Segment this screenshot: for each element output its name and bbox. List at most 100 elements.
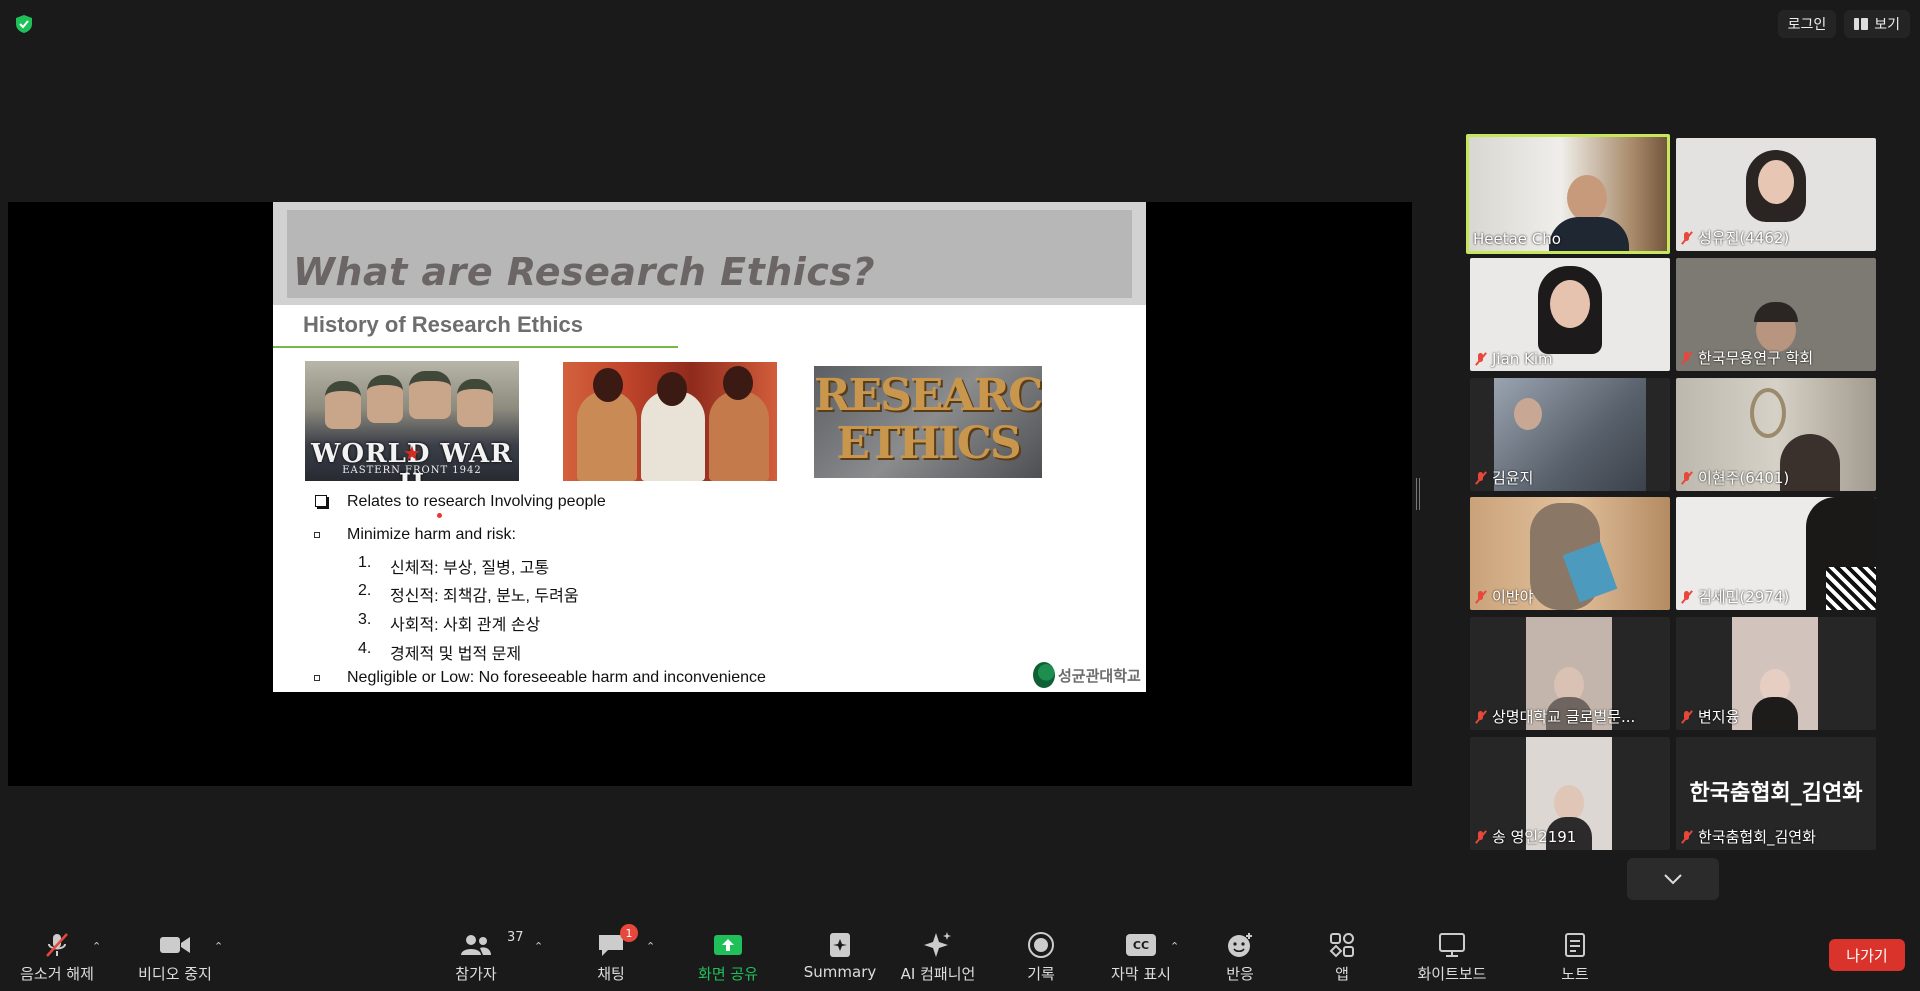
mic-muted-icon: [1680, 231, 1694, 245]
participant-name: 상명대학교 글로벌문...: [1492, 708, 1636, 726]
mic-muted-icon: [1680, 830, 1694, 844]
unmute-button[interactable]: 음소거 해제: [14, 930, 100, 988]
participant-tile-4[interactable]: 한국무용연구 학회: [1676, 258, 1876, 371]
participant-tile-11[interactable]: 송 영인2191: [1470, 737, 1670, 850]
captions-label: 자막 표시: [1111, 965, 1171, 983]
participant-name: Heetae Cho: [1473, 230, 1561, 248]
participant-tile-3[interactable]: Jian Kim: [1470, 258, 1670, 371]
login-button[interactable]: 로그인: [1777, 10, 1837, 38]
share-screen-icon: [714, 935, 742, 955]
university-logo: 성균관대학교: [1033, 660, 1143, 690]
checkbox-bullet-icon: [315, 495, 327, 507]
reactions-button[interactable]: 반응: [1224, 930, 1256, 988]
participant-name: 한국춤협회_김연화: [1698, 828, 1816, 846]
audio-options-caret-icon[interactable]: ⌃: [92, 940, 101, 953]
list-item: 경제적 및 법적 문제: [390, 646, 522, 663]
mic-muted-icon: [1680, 590, 1694, 604]
participants-count: 37: [507, 930, 524, 945]
notes-button[interactable]: 노트: [1560, 930, 1590, 988]
whiteboard-label: 화이트보드: [1417, 965, 1487, 983]
slide-bullet-3: Negligible or Low: No foreseeable harm a…: [347, 669, 766, 686]
stop-video-button[interactable]: 비디오 중지: [130, 930, 220, 988]
zoom-meeting-window: 로그인 보기 What are Research Ethics? History…: [0, 0, 1920, 991]
summary-sparkle-icon: [830, 933, 850, 957]
red-star-icon: ★: [403, 441, 421, 465]
ethics-image-line1: RESEARCH: [814, 370, 1042, 421]
video-options-caret-icon[interactable]: ⌃: [214, 940, 223, 953]
subtitle-underline: [273, 346, 678, 348]
ai-sparkle-icon: [924, 932, 951, 957]
participant-name: 변지융: [1698, 708, 1740, 726]
view-button[interactable]: 보기: [1844, 10, 1910, 38]
participant-name: 성유진(4462): [1698, 229, 1790, 247]
historical-photo-image: [563, 362, 777, 481]
gallery-view-icon: [1854, 18, 1869, 30]
participants-options-caret-icon[interactable]: ⌃: [534, 940, 543, 953]
shared-screen-area[interactable]: What are Research Ethics? History of Res…: [8, 202, 1412, 786]
video-camera-icon: [160, 937, 190, 953]
notes-label: 노트: [1561, 965, 1589, 983]
participant-name: 김윤지: [1492, 469, 1534, 487]
unmute-label: 음소거 해제: [20, 965, 94, 983]
security-shield-icon[interactable]: [14, 14, 34, 34]
captions-options-caret-icon[interactable]: ⌃: [1170, 940, 1179, 953]
participant-name: 이현주(6401): [1698, 469, 1790, 487]
participant-tile-8[interactable]: 김세민(2974): [1676, 497, 1876, 610]
slide-title: What are Research Ethics?: [293, 250, 875, 294]
participants-label: 참가자: [455, 965, 497, 983]
laser-pointer-dot: [437, 513, 442, 518]
list-item: 사회적: 사회 관계 손상: [390, 617, 541, 634]
emoji-reaction-icon: [1228, 933, 1252, 957]
share-screen-button[interactable]: 화면 공유: [690, 930, 766, 988]
participant-name: 이반야: [1492, 588, 1534, 606]
participant-tile-10[interactable]: 변지융: [1676, 617, 1876, 730]
record-label: 기록: [1027, 965, 1055, 983]
whiteboard-button[interactable]: 화이트보드: [1410, 930, 1494, 988]
chat-label: 채팅: [597, 965, 625, 983]
participants-button[interactable]: 37 참가자: [446, 930, 523, 988]
participant-tile-2[interactable]: 성유진(4462): [1676, 138, 1876, 251]
login-label: 로그인: [1787, 17, 1827, 33]
slide-bullet-1: Relates to research Involving people: [347, 493, 606, 510]
apps-button[interactable]: 앱: [1328, 930, 1356, 988]
ai-companion-button[interactable]: AI 컴패니언: [896, 930, 980, 988]
chat-unread-badge: 1: [620, 924, 638, 942]
view-label: 보기: [1874, 17, 1900, 33]
record-button[interactable]: 기록: [1016, 930, 1066, 988]
chevron-down-icon: [1664, 874, 1682, 885]
slide-subtitle: History of Research Ethics: [303, 312, 583, 337]
participant-tile-5[interactable]: 김윤지: [1470, 378, 1670, 491]
panel-resize-handle[interactable]: [1416, 478, 1420, 510]
list-number: 4.: [358, 640, 372, 657]
captions-button[interactable]: CC 자막 표시: [1106, 930, 1176, 988]
summary-button[interactable]: Summary: [798, 930, 882, 988]
participant-tile-6[interactable]: 이현주(6401): [1676, 378, 1876, 491]
mic-muted-icon: [1680, 710, 1694, 724]
meeting-toolbar: 음소거 해제 ⌃ 비디오 중지 ⌃ 37 참가자 ⌃ 1 채팅 ⌃ 화면 공유 …: [0, 914, 1920, 991]
list-number: 1.: [358, 554, 372, 571]
university-logo-text: 성균관대학교: [1058, 667, 1141, 685]
reactions-label: 반응: [1226, 965, 1254, 983]
participant-video-off-name: 한국춤협회_김연화: [1689, 781, 1863, 806]
top-right-controls: 로그인 보기: [1777, 10, 1910, 38]
mic-muted-icon: [1474, 710, 1488, 724]
participant-tile-9[interactable]: 상명대학교 글로벌문...: [1470, 617, 1670, 730]
participant-name: 한국무용연구 학회: [1698, 349, 1814, 367]
stop-video-label: 비디오 중지: [138, 965, 212, 983]
leave-meeting-button[interactable]: 나가기: [1829, 939, 1905, 971]
leave-label: 나가기: [1846, 946, 1888, 965]
apps-icon: [1329, 933, 1354, 958]
mic-muted-icon: [1474, 471, 1488, 485]
participant-tile-1[interactable]: Heetae Cho: [1466, 134, 1670, 254]
chat-options-caret-icon[interactable]: ⌃: [646, 940, 655, 953]
record-icon: [1028, 932, 1054, 958]
mic-muted-icon: [1474, 352, 1488, 366]
gallery-next-page-button[interactable]: [1627, 858, 1719, 900]
slide-title-band: What are Research Ethics?: [273, 202, 1146, 305]
world-war-ii-image: WORLD WAR II ★ EASTERN FRONT 1942: [305, 361, 519, 481]
participant-tile-7[interactable]: 이반야: [1470, 497, 1670, 610]
microphone-muted-icon: [46, 933, 68, 957]
notes-icon: [1565, 933, 1585, 957]
chat-button[interactable]: 1 채팅: [586, 924, 638, 988]
participant-tile-12[interactable]: 한국춤협회_김연화 한국춤협회_김연화: [1676, 737, 1876, 850]
